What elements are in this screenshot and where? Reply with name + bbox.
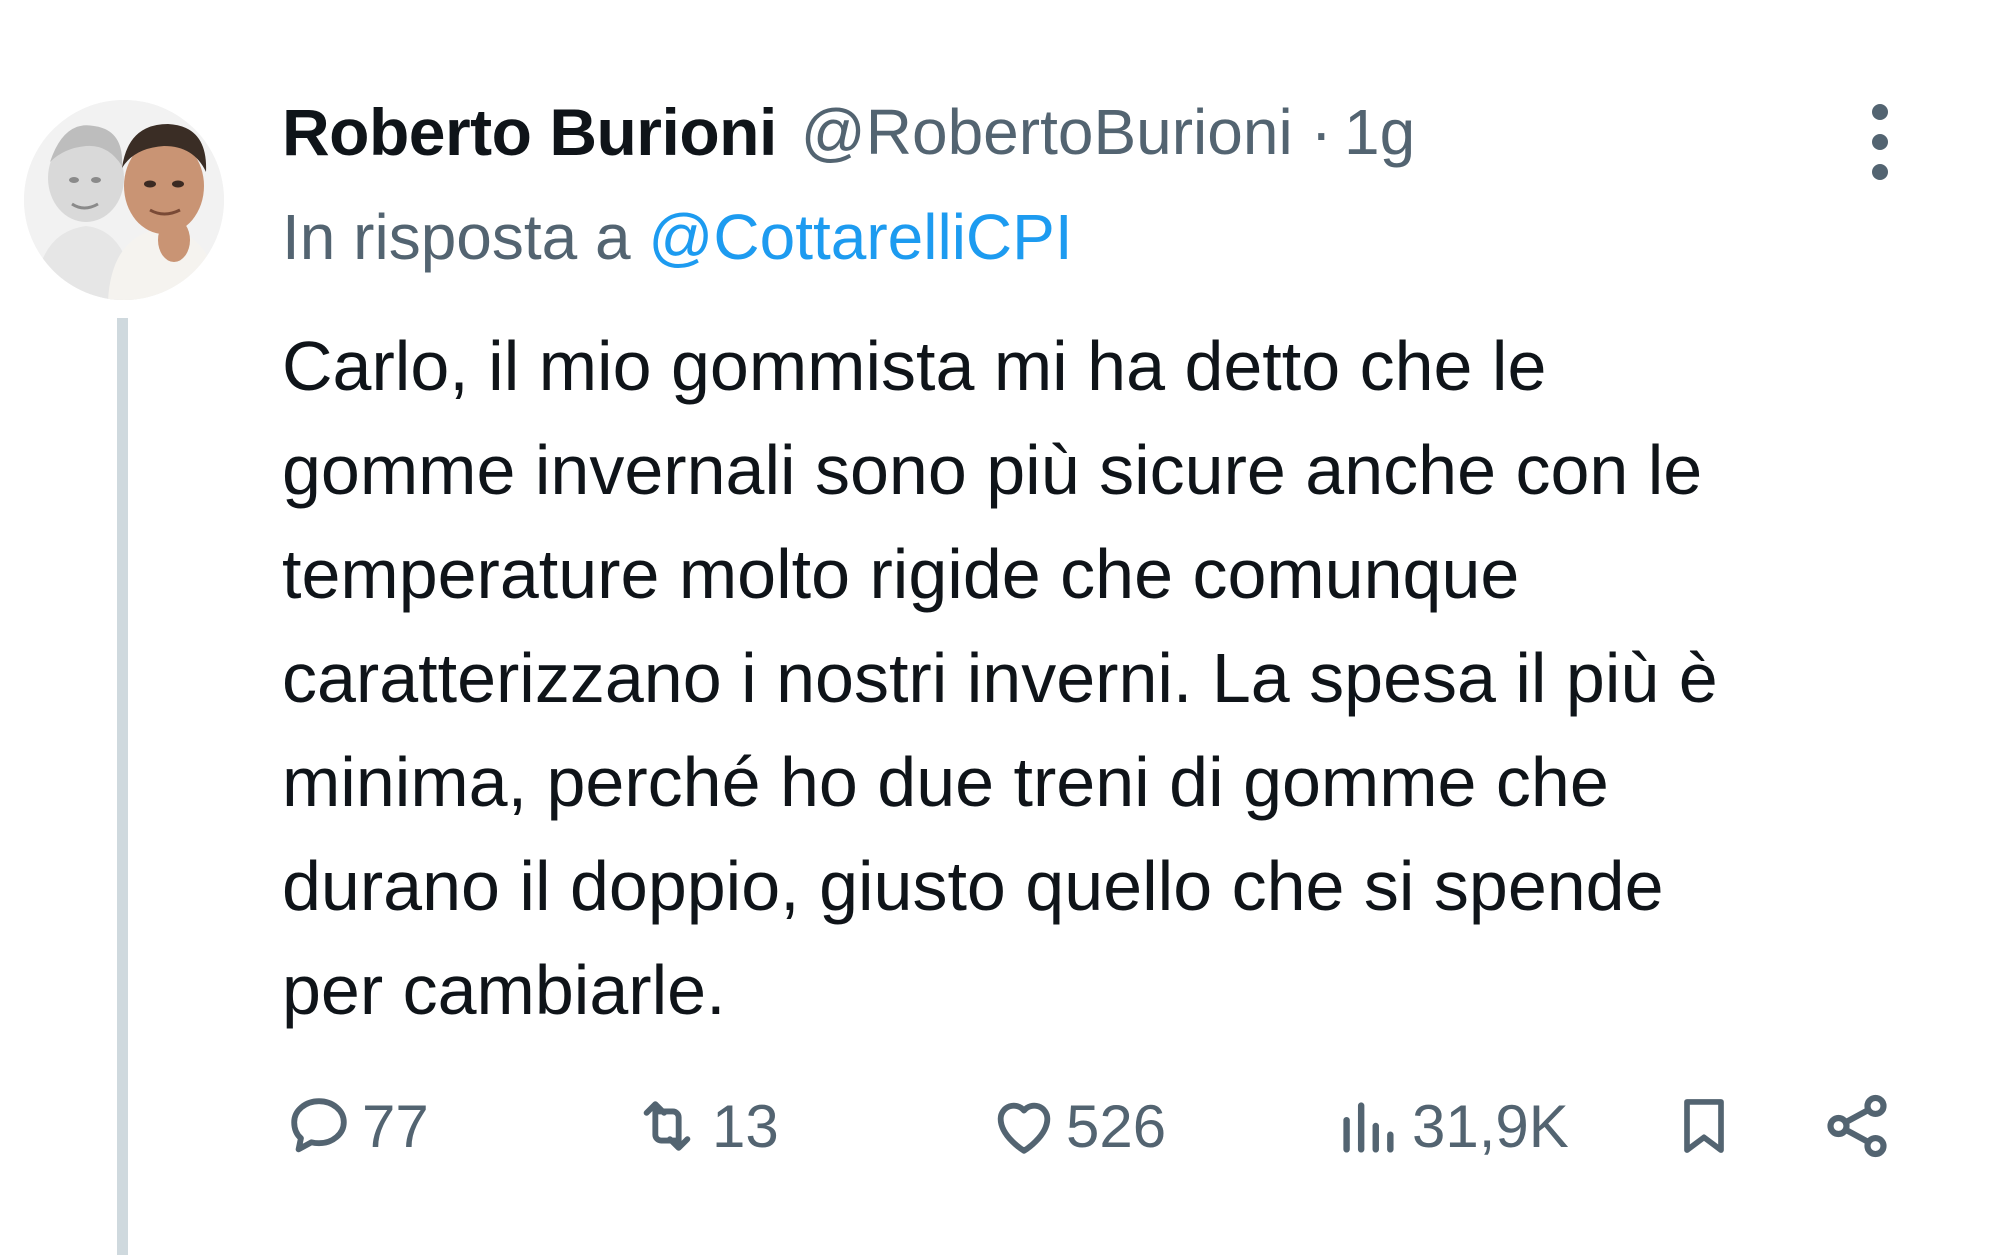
retweet-button[interactable]: 13	[628, 1086, 779, 1166]
author-handle[interactable]: @RobertoBurioni	[801, 95, 1293, 169]
reply-prefix: In risposta a	[282, 201, 631, 273]
share-icon	[1827, 1094, 1887, 1158]
tweet-text: Carlo, il mio gommista mi ha detto che l…	[282, 327, 1718, 1029]
bar-chart-icon	[1343, 1102, 1394, 1153]
bookmark-icon	[1684, 1099, 1724, 1153]
timestamp[interactable]: 1g	[1344, 95, 1415, 169]
reply-button[interactable]: 77	[282, 1086, 429, 1166]
reply-count: 77	[362, 1092, 429, 1160]
tweet-header: Roberto Burioni @RobertoBurioni · 1g	[282, 92, 1415, 172]
bookmark-button[interactable]	[1670, 1086, 1738, 1166]
ellipsis-dot	[1872, 164, 1888, 180]
more-options-button[interactable]	[1868, 104, 1892, 180]
retweet-count: 13	[712, 1092, 779, 1160]
avatar-photo-icon	[24, 100, 224, 300]
reply-context: In risposta a @CottarelliCPI	[282, 200, 1073, 274]
tweet: Roberto Burioni @RobertoBurioni · 1g In …	[0, 0, 2000, 1255]
separator-dot: ·	[1310, 96, 1332, 168]
views-button[interactable]: 31,9K	[1328, 1086, 1569, 1166]
view-count: 31,9K	[1412, 1092, 1569, 1160]
speech-bubble-icon	[291, 1098, 347, 1153]
action-bar: 77 13 526 31,9K	[282, 1086, 1902, 1166]
thread-line	[117, 318, 128, 1255]
retweet-icon	[643, 1101, 691, 1151]
heart-icon	[997, 1102, 1051, 1154]
reply-handle-link[interactable]: @CottarelliCPI	[648, 201, 1072, 273]
share-button[interactable]	[1820, 1086, 1894, 1166]
vertical-ellipsis-icon	[1872, 104, 1888, 120]
avatar[interactable]	[24, 100, 224, 300]
author-name[interactable]: Roberto Burioni	[282, 94, 777, 170]
ellipsis-dot	[1872, 134, 1888, 150]
like-count: 526	[1066, 1092, 1167, 1160]
like-button[interactable]: 526	[988, 1086, 1166, 1166]
